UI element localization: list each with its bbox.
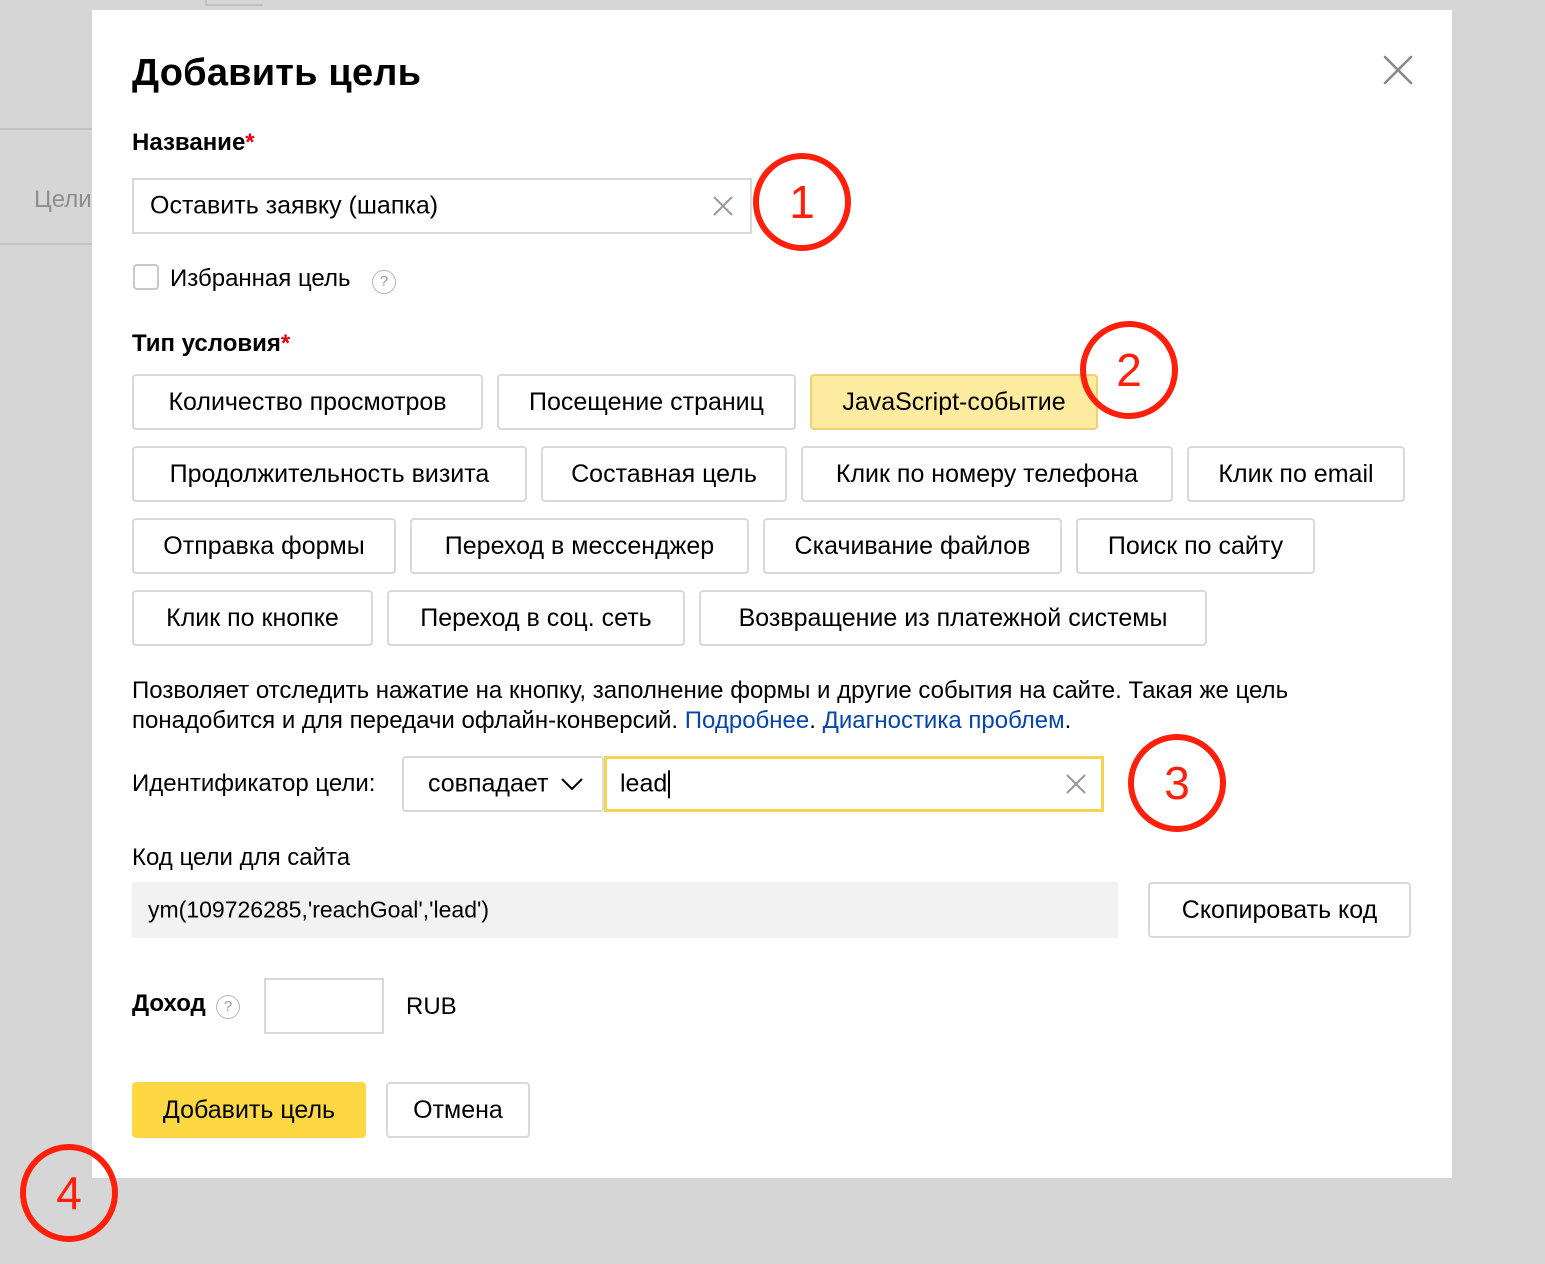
name-label: Название* (132, 129, 255, 156)
condition-description: Позволяет отследить нажатие на кнопку, з… (132, 677, 1289, 734)
add-goal-button[interactable]: Добавить цель (132, 1082, 366, 1138)
condition-option[interactable]: Поиск по сайту (1076, 518, 1315, 574)
help-icon[interactable]: ? (372, 270, 396, 294)
condition-option[interactable]: Возвращение из платежной системы (699, 590, 1207, 646)
favorite-checkbox[interactable] (133, 264, 159, 290)
condition-option[interactable]: Продолжительность визита (132, 446, 527, 502)
annotation-marker-1: 1 (753, 153, 851, 251)
diagnostics-link[interactable]: Диагностика проблем (823, 707, 1065, 734)
condition-option[interactable]: Количество просмотров (132, 374, 483, 430)
site-code-box[interactable]: ym(109726285,'reachGoal','lead') (132, 882, 1118, 938)
more-link[interactable]: Подробнее (685, 707, 809, 734)
background-divider (0, 128, 92, 130)
condition-option-selected[interactable]: JavaScript-событие (810, 374, 1098, 430)
background-toolbar-edge (205, 0, 263, 6)
condition-type-label: Тип условия* (132, 330, 291, 357)
condition-option[interactable]: Отправка формы (132, 518, 396, 574)
help-icon[interactable]: ? (216, 995, 240, 1019)
condition-option[interactable]: Посещение страниц (497, 374, 796, 430)
match-type-value: совпадает (428, 769, 549, 798)
condition-option[interactable]: Переход в соц. сеть (387, 590, 685, 646)
annotation-marker-4: 4 (20, 1144, 118, 1242)
goal-id-label: Идентификатор цели: (132, 770, 376, 797)
copy-code-button[interactable]: Скопировать код (1148, 882, 1411, 938)
dialog-title: Добавить цель (132, 52, 422, 94)
condition-option[interactable]: Скачивание файлов (763, 518, 1062, 574)
favorite-label: Избранная цель (170, 265, 351, 292)
required-mark: * (245, 129, 255, 156)
condition-option[interactable]: Переход в мессенджер (410, 518, 749, 574)
clear-icon[interactable] (1065, 773, 1087, 795)
match-type-select[interactable]: совпадает (402, 756, 604, 812)
cancel-button[interactable]: Отмена (386, 1082, 530, 1138)
condition-option[interactable]: Клик по кнопке (132, 590, 373, 646)
close-icon[interactable] (1382, 54, 1414, 86)
condition-option[interactable]: Клик по email (1187, 446, 1405, 502)
income-label: Доход (132, 990, 206, 1017)
clear-icon[interactable] (712, 195, 734, 217)
site-code-value: ym(109726285,'reachGoal','lead') (148, 896, 490, 923)
name-input[interactable]: Оставить заявку (шапка) (132, 178, 752, 234)
currency-label: RUB (406, 993, 457, 1020)
required-mark: * (280, 330, 291, 357)
text-caret (668, 770, 671, 799)
annotation-marker-3: 3 (1128, 734, 1226, 832)
chevron-down-icon (561, 778, 583, 791)
condition-option[interactable]: Клик по номеру телефона (801, 446, 1173, 502)
name-input-value: Оставить заявку (шапка) (150, 191, 439, 220)
condition-option[interactable]: Составная цель (541, 446, 787, 502)
background-divider (0, 243, 92, 245)
background-tab-goals[interactable]: Цели (34, 186, 92, 214)
annotation-marker-2: 2 (1080, 321, 1178, 419)
site-code-label: Код цели для сайта (132, 844, 351, 871)
goal-id-value: lead (620, 769, 671, 799)
income-input[interactable] (264, 978, 384, 1034)
goal-id-input[interactable]: lead (604, 756, 1104, 812)
